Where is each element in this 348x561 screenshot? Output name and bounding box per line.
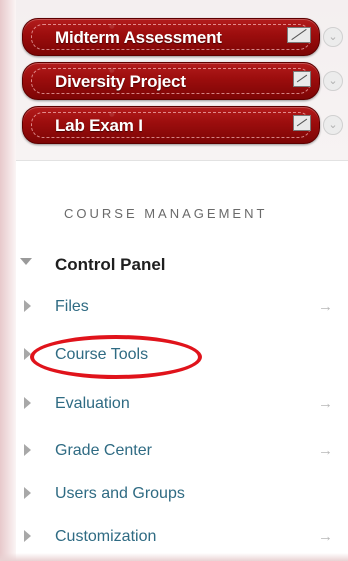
menu-item-evaluation[interactable]: Evaluation → xyxy=(0,385,348,425)
bottom-shadow xyxy=(0,553,348,561)
unavailable-icon xyxy=(293,115,311,131)
triangle-right-icon xyxy=(24,444,31,456)
content-button-label: Lab Exam I xyxy=(55,116,143,135)
unavailable-icon xyxy=(293,71,311,87)
chevron-down-icon[interactable]: ⌄ xyxy=(323,115,343,135)
divider xyxy=(16,160,348,161)
menu-item-label[interactable]: Grade Center xyxy=(55,442,152,460)
triangle-right-icon xyxy=(24,300,31,312)
triangle-right-icon xyxy=(24,397,31,409)
arrow-right-icon: → xyxy=(318,298,333,315)
arrow-right-icon: → xyxy=(318,442,333,459)
section-title-course-management: COURSE MANAGEMENT xyxy=(64,206,268,221)
content-button-diversity-project[interactable]: Diversity Project xyxy=(22,62,320,100)
arrow-right-icon: → xyxy=(318,395,333,412)
content-button-label: Diversity Project xyxy=(55,72,186,91)
control-panel-title[interactable]: Control Panel xyxy=(55,255,166,275)
menu-item-label[interactable]: Users and Groups xyxy=(55,485,185,503)
content-button-midterm-assessment[interactable]: Midterm Assessment xyxy=(22,18,320,56)
highlight-oval xyxy=(30,335,202,379)
triangle-right-icon xyxy=(24,530,31,542)
menu-item-users-and-groups[interactable]: Users and Groups xyxy=(0,475,348,515)
triangle-down-icon[interactable] xyxy=(20,258,32,265)
menu-item-label[interactable]: Customization xyxy=(55,528,156,546)
content-button-lab-exam-i[interactable]: Lab Exam I xyxy=(22,106,320,144)
menu-item-grade-center[interactable]: Grade Center → xyxy=(0,432,348,472)
triangle-right-icon xyxy=(24,487,31,499)
chevron-down-icon[interactable]: ⌄ xyxy=(323,71,343,91)
test-icon xyxy=(287,27,311,43)
menu-item-label[interactable]: Files xyxy=(55,298,89,316)
chevron-down-icon[interactable]: ⌄ xyxy=(323,27,343,47)
content-button-label: Midterm Assessment xyxy=(55,28,222,47)
menu-item-customization[interactable]: Customization → xyxy=(0,518,348,558)
arrow-right-icon: → xyxy=(318,528,333,545)
menu-item-files[interactable]: Files → xyxy=(0,288,348,328)
menu-item-label[interactable]: Evaluation xyxy=(55,395,130,413)
